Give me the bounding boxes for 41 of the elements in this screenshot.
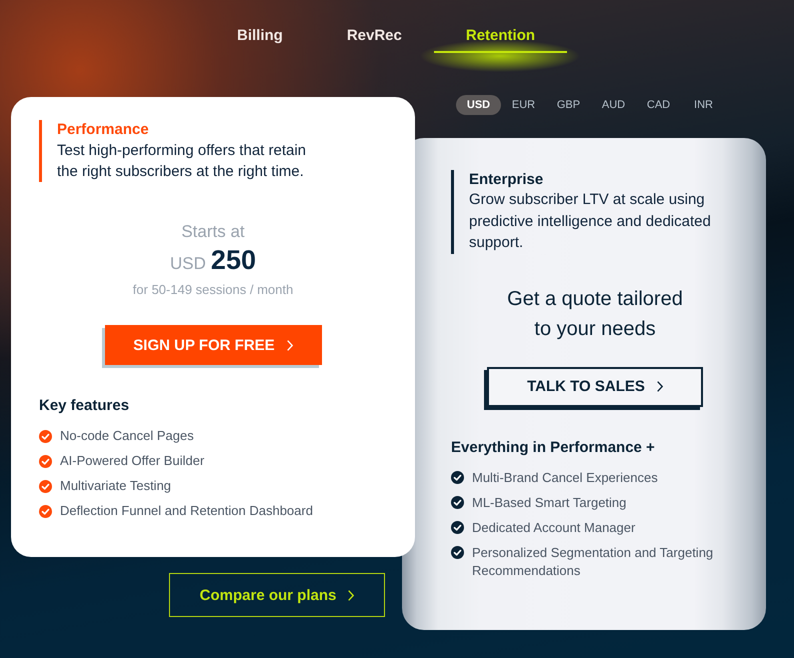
feature-item: AI-Powered Offer Builder [60, 452, 204, 470]
price-amount: 250 [210, 244, 256, 276]
price-currency: USD [170, 253, 206, 275]
currency-option[interactable]: GBP [546, 95, 591, 115]
feature-item: Multivariate Testing [60, 477, 172, 495]
check-circle-icon [451, 546, 464, 559]
check-circle-icon [451, 496, 464, 509]
check-circle-icon [39, 454, 52, 468]
quote-text: Get a quote tailored to your needs [506, 286, 684, 342]
chevron-right-icon [348, 590, 354, 600]
currency-option[interactable]: INR [681, 95, 726, 115]
currency-option[interactable]: EUR [501, 95, 546, 115]
plan-description: Grow subscriber LTV at scale using predictive intelligence and dedicated support. [469, 190, 712, 253]
check-circle-icon [39, 480, 52, 492]
price-intro: Starts at [181, 221, 245, 243]
plan-description: Test high-performing offers that retain the right subscribers at the right time. [57, 141, 308, 182]
accent-bar [39, 120, 42, 182]
check-circle-icon [39, 504, 52, 518]
nav-tab[interactable]: RevRec [314, 19, 434, 53]
feature-item: Deflection Funnel and Retention Dashboard [60, 502, 313, 520]
currency-option[interactable]: CAD [636, 95, 681, 115]
chevron-right-icon [656, 381, 663, 392]
compare-plans-button[interactable]: Compare our plans [169, 573, 385, 617]
check-circle-icon [451, 521, 464, 534]
currency-option[interactable]: USD [456, 95, 501, 115]
chevron-right-icon [286, 340, 293, 350]
currency-option[interactable]: AUD [591, 95, 636, 115]
check-circle-icon [451, 471, 464, 484]
nav-tab[interactable]: Billing [205, 19, 315, 53]
plan-title: Performance [57, 120, 150, 140]
nav-tab[interactable]: Retention [434, 19, 568, 53]
price-note: for 50-149 sessions / month [132, 281, 294, 299]
feature-item: Personalized Segmentation and Targeting Recommendations [472, 544, 714, 580]
plan-title: Enterprise [469, 170, 544, 189]
feature-item: No-code Cancel Pages [60, 427, 194, 445]
feature-item: ML-Based Smart Targeting [472, 494, 626, 512]
check-circle-icon [39, 430, 52, 442]
features-heading: Everything in Performance + [451, 438, 656, 458]
feature-item: Dedicated Account Manager [472, 518, 636, 536]
features-heading: Key features [39, 396, 130, 416]
feature-item: Multi-Brand Cancel Experiences [472, 468, 658, 486]
